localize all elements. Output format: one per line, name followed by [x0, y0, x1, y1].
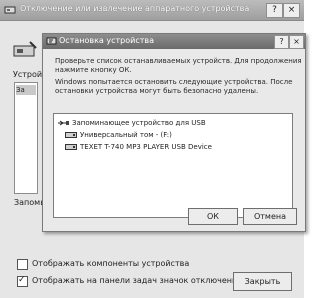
list-item[interactable]: Запоминающее устройство для USB	[57, 118, 206, 128]
stop-device-dialog: Остановка устройства ? × Проверьте списо…	[42, 33, 306, 232]
close-dialog-button[interactable]: ×	[289, 35, 304, 49]
show-taskbar-icon-label: Отображать на панели задач значок отключ…	[32, 276, 242, 285]
instructions-text: Проверьте список останавливаемых устройс…	[55, 57, 302, 74]
remove-hardware-title-bar: Отключение или извлечение аппаратного ус…	[0, 0, 304, 21]
close-window-button[interactable]: ×	[283, 3, 300, 18]
device-label: Запоминающее устройство для USB	[72, 119, 206, 127]
help-button[interactable]: ?	[266, 3, 283, 18]
device-label: Универсальный том - (F:)	[80, 131, 172, 139]
check-mark-icon: ✓	[18, 275, 26, 285]
device-label: TEXET T-740 MP3 PLAYER USB Device	[80, 143, 212, 151]
list-item[interactable]: Универсальный том - (F:)	[65, 130, 172, 140]
show-taskbar-icon-checkbox[interactable]: ✓	[17, 275, 28, 287]
ok-button[interactable]: ОК	[188, 208, 238, 225]
stop-device-title: Остановка устройства	[59, 36, 155, 45]
warning-text: Windows попытается остановить следующие …	[55, 78, 293, 95]
usb-storage-icon	[58, 120, 69, 126]
usb-device-icon	[46, 37, 57, 45]
stop-device-title-bar: Остановка устройства ? ×	[43, 34, 305, 49]
remove-hardware-title: Отключение или извлечение аппаратного ус…	[20, 4, 250, 13]
hardware-devices-list[interactable]: За	[14, 82, 38, 194]
list-item-label: За	[16, 86, 25, 94]
devices-list[interactable]: Запоминающее устройство для USB Универса…	[53, 113, 293, 218]
hardware-icon	[4, 6, 16, 14]
show-components-checkbox[interactable]	[17, 259, 28, 270]
help-button[interactable]: ?	[274, 35, 289, 49]
drive-icon	[65, 132, 77, 138]
hardware-device-icon	[13, 41, 37, 57]
drive-icon	[65, 144, 77, 150]
close-button[interactable]: Закрыть	[233, 272, 292, 291]
list-item[interactable]: За	[16, 85, 36, 95]
list-item[interactable]: TEXET T-740 MP3 PLAYER USB Device	[65, 142, 212, 152]
devices-label: Устрой	[13, 70, 43, 79]
show-components-label: Отображать компоненты устройства	[32, 259, 190, 268]
cancel-button[interactable]: Отмена	[243, 208, 297, 225]
